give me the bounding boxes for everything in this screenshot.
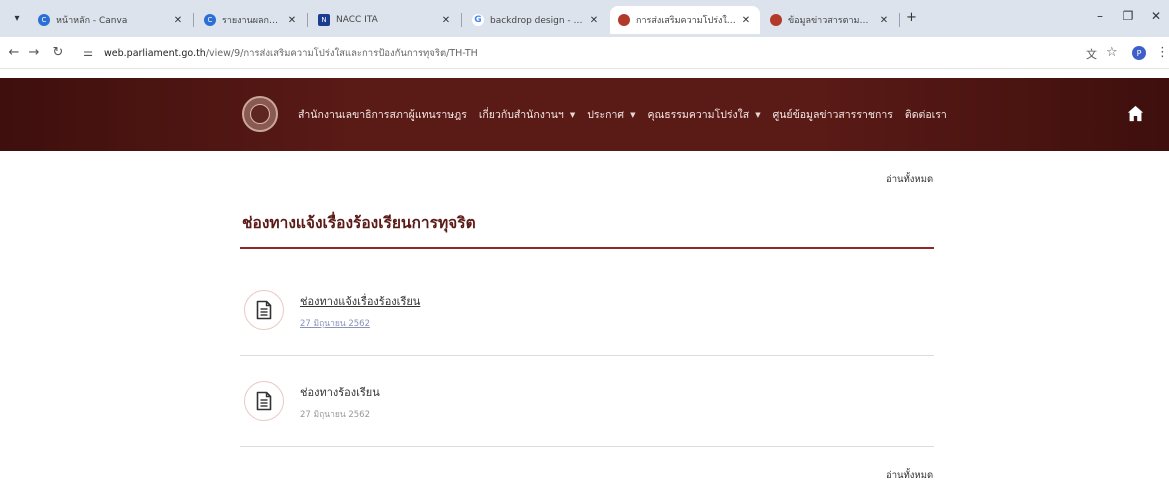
close-icon[interactable]: ✕ [878,15,890,26]
item-divider [240,446,934,447]
item-divider [240,355,934,356]
close-icon[interactable]: ✕ [740,15,752,26]
reload-icon[interactable]: ↻ [50,45,66,60]
tab-divider [899,13,900,27]
section-title-underline [240,247,934,249]
browser-toolbar: ← → ↻ ⚌ web.parliament.go.th/view/9/การส… [0,37,1169,69]
caret-down-icon: ▼ [755,110,761,119]
nav-item-info-center[interactable]: ศูนย์ข้อมูลข่าวสารราชการ [773,106,893,123]
parliament-emblem-logo[interactable] [242,96,278,132]
browser-tab-section7[interactable]: ข้อมูลข่าวสารตามมาตรา 7 ✕ [762,6,898,34]
browser-tab-nacc-ita[interactable]: N NACC ITA ✕ [310,6,460,34]
canva-icon: C [38,14,50,26]
section-title: ช่องทางแจ้งเรื่องร้องเรียนการทุจริต [242,214,476,232]
item-title-link[interactable]: ช่องทางร้องเรียน [300,383,380,401]
url-host: web.parliament.go.th [104,48,206,59]
profile-avatar[interactable]: P [1132,46,1146,60]
tab-title: ข้อมูลข่าวสารตามมาตรา 7 [788,16,874,26]
canva-icon: C [204,14,216,26]
translate-icon[interactable]: 文 [1086,46,1097,62]
window-close-icon[interactable]: ✕ [1146,9,1166,23]
back-arrow-icon[interactable]: ← [6,45,22,60]
tab-title: การส่งเสริมความโปร่งใสและการป้องก [636,16,736,26]
nav-label: ประกาศ [587,109,625,121]
browser-tab-canva-report[interactable]: C รายงานผลการขับเคลื่อนแผนงาน/โครง ✕ [196,6,306,34]
nav-item-about[interactable]: เกี่ยวกับสำนักงานฯ ▼ [479,106,575,123]
item-title-link[interactable]: ช่องทางแจ้งเรื่องร้องเรียน [300,292,420,310]
nav-label: คุณธรรมความโปร่งใส [647,109,750,121]
forward-arrow-icon[interactable]: → [26,45,42,60]
close-icon[interactable]: ✕ [440,15,452,26]
browser-tab-canva-home[interactable]: C หน้าหลัก - Canva ✕ [30,6,192,34]
google-icon: G [472,14,484,26]
nav-item-announcements[interactable]: ประกาศ ▼ [587,106,635,123]
new-tab-plus-icon[interactable]: + [906,10,917,25]
caret-down-icon: ▼ [630,110,636,119]
document-icon [244,290,284,330]
nav-label: สำนักงานเลขาธิการสภาผู้แทนราษฎร [298,109,467,121]
list-item[interactable]: ช่องทางแจ้งเรื่องร้องเรียน 27 มิถุนายน 2… [244,290,934,340]
tab-divider [307,13,308,27]
nav-label: ติดต่อเรา [904,109,947,121]
site-info-icon[interactable]: ⚌ [80,46,96,59]
close-icon[interactable]: ✕ [172,15,184,26]
nav-item-contact[interactable]: ติดต่อเรา [905,106,947,123]
caret-down-icon: ▼ [569,110,576,119]
document-icon [244,381,284,421]
read-all-link-bottom[interactable]: อ่านทั้งหมด [886,468,933,483]
list-item[interactable]: ช่องทางร้องเรียน 27 มิถุนายน 2562 [244,381,934,431]
parliament-icon [618,14,630,26]
url-path: /view/9/การส่งเสริมความโปร่งใสและการป้อง… [205,48,478,59]
restore-icon[interactable]: ❐ [1118,9,1138,23]
parliament-icon [770,14,782,26]
browser-menu-icon[interactable]: ⋮ [1156,45,1169,60]
browser-tab-transparency[interactable]: การส่งเสริมความโปร่งใสและการป้องก ✕ [610,6,760,34]
tab-title: หน้าหลัก - Canva [56,16,128,26]
main-navigation: สำนักงานเลขาธิการสภาผู้แทนราษฎร เกี่ยวกั… [298,106,959,123]
nav-item-secretariat[interactable]: สำนักงานเลขาธิการสภาผู้แทนราษฎร [298,106,467,123]
tab-title: รายงานผลการขับเคลื่อนแผนงาน/โครง [222,16,282,26]
nav-label: เกี่ยวกับสำนักงานฯ [478,109,564,121]
minimize-icon[interactable]: – [1090,9,1110,23]
emblem-center [250,104,270,124]
nav-label: ศูนย์ข้อมูลข่าวสารราชการ [772,109,893,121]
nav-item-integrity[interactable]: คุณธรรมความโปร่งใส ▼ [647,106,760,123]
bookmark-star-icon[interactable]: ☆ [1106,45,1118,60]
tab-title: backdrop design - ค้นหาด้วย Go [490,16,584,26]
item-date: 27 มิถุนายน 2562 [300,410,370,420]
nacc-icon: N [318,14,330,26]
browser-tab-bar: ▾ C หน้าหลัก - Canva ✕ C รายงานผลการขับเ… [0,0,1169,37]
tab-search-chevron-icon[interactable]: ▾ [8,9,26,27]
close-icon[interactable]: ✕ [588,15,600,26]
tab-divider [193,13,194,27]
close-icon[interactable]: ✕ [286,15,298,26]
home-icon[interactable] [1127,105,1144,122]
read-all-link-top[interactable]: อ่านทั้งหมด [886,172,933,187]
tab-divider [461,13,462,27]
browser-tab-google-search[interactable]: G backdrop design - ค้นหาด้วย Go ✕ [464,6,608,34]
address-bar[interactable]: web.parliament.go.th/view/9/การส่งเสริมค… [104,46,478,61]
item-date: 27 มิถุนายน 2562 [300,319,370,329]
site-header: สำนักงานเลขาธิการสภาผู้แทนราษฎร เกี่ยวกั… [0,78,1169,151]
tab-title: NACC ITA [336,15,378,25]
